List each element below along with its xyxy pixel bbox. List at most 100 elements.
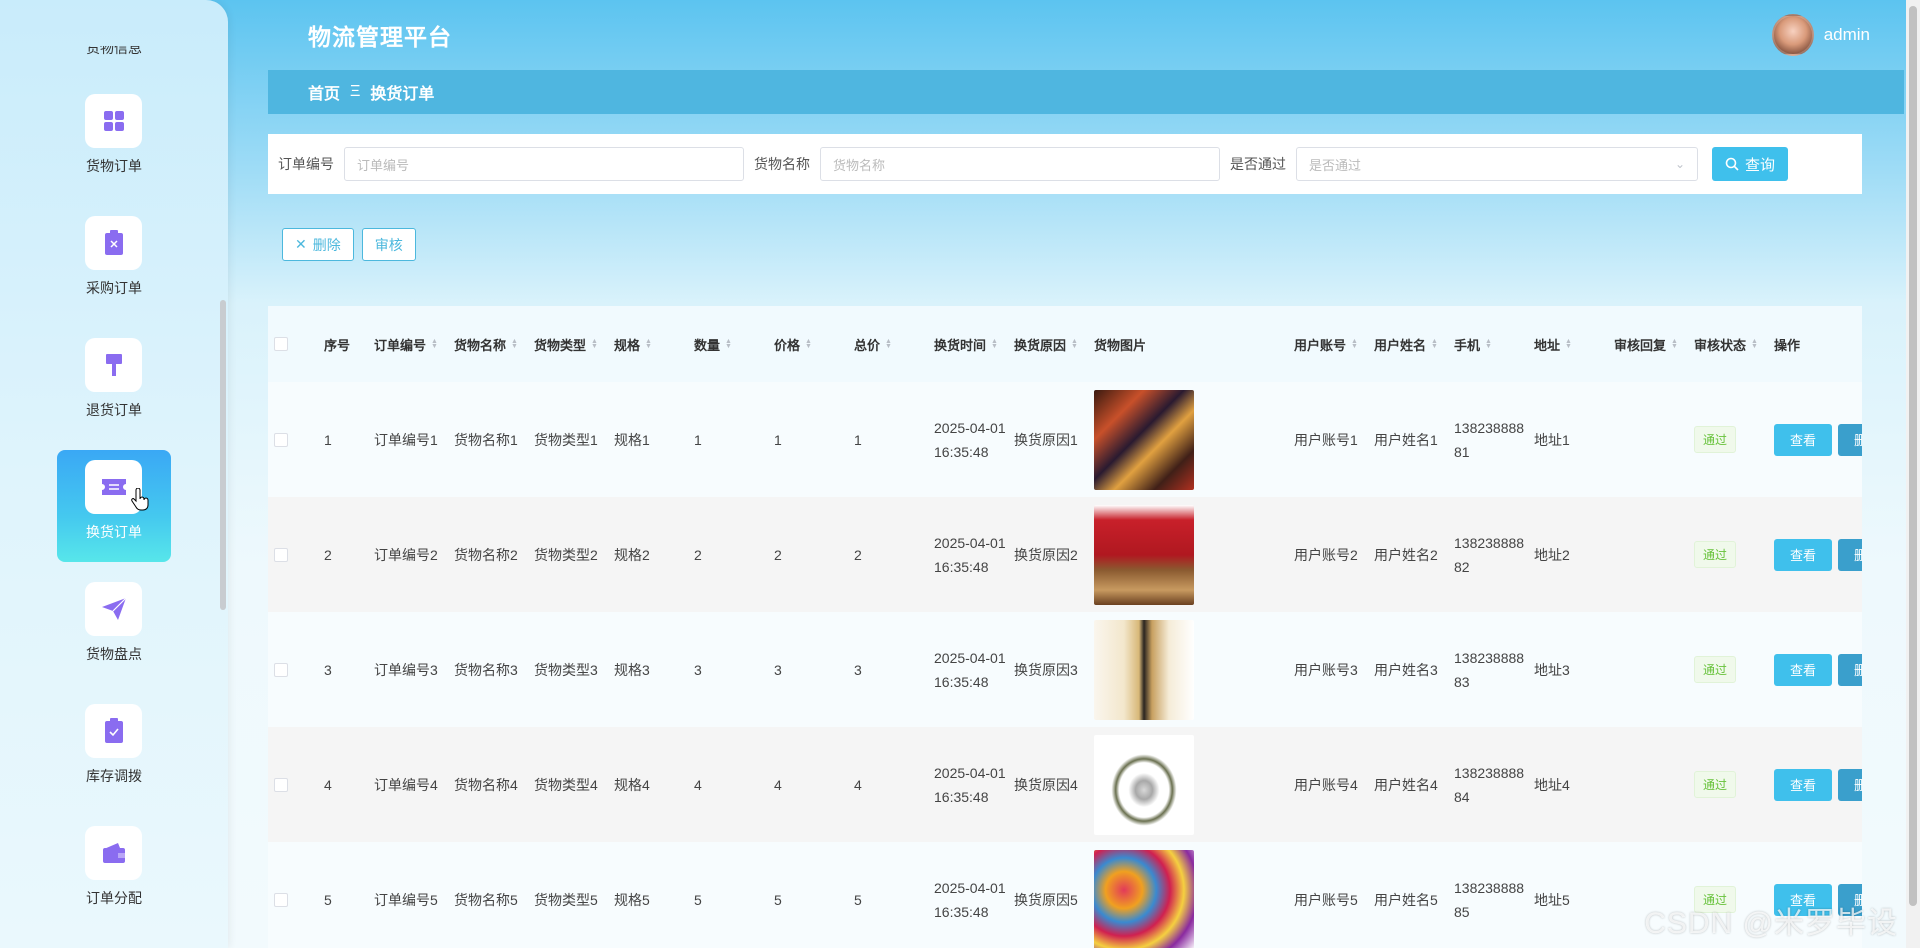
cell-price: 5 [774, 891, 782, 908]
row-checkbox[interactable] [274, 382, 288, 497]
goods-name-input[interactable]: 货物名称 [820, 147, 1220, 181]
header-user-name[interactable]: 用户姓名 ▲ ▼ [1374, 306, 1438, 382]
cell-order-no: 订单编号3 [374, 661, 438, 678]
cell-ops: 查看 删 [1774, 612, 1862, 727]
goods-image-cosmetic-bottle[interactable] [1094, 619, 1194, 720]
goods-image-nut-gift-box[interactable] [1094, 504, 1194, 605]
header-account[interactable]: 用户账号 ▲ ▼ [1294, 306, 1358, 382]
cell-total: 5 [854, 891, 862, 908]
cell-image[interactable] [1094, 382, 1194, 497]
cell-total: 3 [854, 661, 862, 678]
goods-image-bracelet[interactable] [1094, 734, 1194, 835]
view-button[interactable]: 查看 [1774, 653, 1832, 686]
row-checkbox[interactable] [274, 727, 288, 842]
order-no-input[interactable]: 订单编号 [344, 147, 744, 181]
page-scrollbar[interactable] [1906, 0, 1920, 948]
paper-plane-icon [85, 582, 142, 636]
search-form: 订单编号 订单编号 货物名称 货物名称 是否通过 是否通过 ⌄ 查询 [268, 134, 1862, 194]
username[interactable]: admin [1824, 25, 1870, 45]
orders-table: 序号 订单编号 ▲ ▼ 货物名称 ▲ ▼ 货物类型 ▲ ▼ 规格 ▲ ▼ 数量 ▲ ▼ 价格 ▲ ▼ 总… [268, 306, 1862, 948]
sidebar-item-return-orders[interactable]: 退货订单 [57, 328, 171, 440]
sidebar-item-purchase-orders[interactable]: 采购订单 [57, 206, 171, 318]
header-spec[interactable]: 规格 ▲ ▼ [614, 306, 652, 382]
table-row: 1 订单编号1 货物名称1 货物类型1 规格1 1 1 1 2025-04-01… [268, 382, 1862, 497]
header-phone[interactable]: 手机 ▲ ▼ [1454, 306, 1492, 382]
cell-image[interactable] [1094, 497, 1194, 612]
row-checkbox[interactable] [274, 842, 288, 948]
delete-button-label: 删除 [312, 236, 341, 253]
sidebar-item-order-assignment[interactable]: 订单分配 [57, 816, 171, 928]
table-row: 5 订单编号5 货物名称5 货物类型5 规格5 5 5 5 2025-04-01… [268, 842, 1862, 948]
row-checkbox[interactable] [274, 497, 288, 612]
delete-row-button[interactable]: 删 [1838, 538, 1862, 571]
cell-account: 用户账号4 [1294, 776, 1358, 793]
header-order-no[interactable]: 订单编号 ▲ ▼ [374, 306, 438, 382]
sidebar-scrollbar[interactable] [220, 300, 226, 610]
cell-goods-name: 货物名称3 [454, 661, 518, 678]
cell-time: 2025-04-01 16:35:48 [934, 649, 1006, 690]
wallet-icon [85, 826, 142, 880]
delete-row-button[interactable]: 删 [1838, 653, 1862, 686]
header-price[interactable]: 价格 ▲ ▼ [774, 306, 812, 382]
header-index: 序号 [324, 337, 351, 353]
select-all-checkbox[interactable] [274, 306, 288, 382]
sort-icon: ▲ ▼ [645, 338, 652, 350]
cell-image[interactable] [1094, 612, 1194, 727]
header-total[interactable]: 总价 ▲ ▼ [854, 306, 892, 382]
sidebar-item-exchange-orders[interactable]: 换货订单 [57, 450, 171, 562]
cell-spec: 规格4 [614, 776, 650, 793]
cell-total: 4 [854, 776, 862, 793]
header-time[interactable]: 换货时间 ▲ ▼ [934, 306, 998, 382]
cell-phone: 13823888884 [1454, 764, 1525, 805]
sort-icon: ▲ ▼ [805, 338, 812, 350]
sidebar-item-goods-orders[interactable]: 货物订单 [57, 84, 171, 196]
review-button[interactable]: 审核 [361, 228, 416, 261]
sidebar: 货物信息 货物订单 采购订单 退货订单 换货订单 货物盘点 库存调拨 订单分配 [0, 0, 228, 948]
chevron-down-icon: ⌄ [1674, 157, 1685, 171]
header-goods-type[interactable]: 货物类型 ▲ ▼ [534, 306, 598, 382]
status-badge: 通过 [1694, 541, 1737, 568]
passed-select[interactable]: 是否通过 ⌄ [1296, 147, 1698, 181]
view-button[interactable]: 查看 [1774, 768, 1832, 801]
status-badge: 通过 [1694, 771, 1737, 798]
delete-row-button[interactable]: 删 [1838, 768, 1862, 801]
order-no-label: 订单编号 [278, 156, 334, 172]
header-qty[interactable]: 数量 ▲ ▼ [694, 306, 732, 382]
query-button-label: 查询 [1744, 156, 1775, 174]
goods-image-night-market[interactable] [1094, 389, 1194, 490]
breadcrumb-home[interactable]: 首页 [308, 80, 340, 104]
user-menu[interactable]: admin [1771, 14, 1870, 56]
cell-image[interactable] [1094, 842, 1194, 948]
header-reason[interactable]: 换货原因 ▲ ▼ [1014, 306, 1078, 382]
delete-row-button[interactable]: 删 [1838, 423, 1862, 456]
sidebar-item-stock-transfer[interactable]: 库存调拨 [57, 694, 171, 806]
cell-qty: 4 [694, 776, 702, 793]
view-button[interactable]: 查看 [1774, 538, 1832, 571]
header-status[interactable]: 审核状态 ▲ ▼ [1694, 306, 1758, 382]
hand-cursor-icon [131, 488, 149, 511]
delete-button[interactable]: ✕ 删除 [282, 228, 354, 261]
goods-image-candy[interactable] [1094, 849, 1194, 948]
breadcrumb-separator-icon: Ξ [350, 83, 361, 100]
header-address[interactable]: 地址 ▲ ▼ [1534, 306, 1572, 382]
sidebar-item-inventory-check[interactable]: 货物盘点 [57, 572, 171, 684]
sidebar-item-partial-label[interactable]: 货物信息 [0, 46, 228, 58]
cell-image[interactable] [1094, 727, 1194, 842]
cell-index: 1 [324, 431, 332, 448]
page-scrollbar-thumb[interactable] [1909, 6, 1917, 906]
query-button[interactable]: 查询 [1712, 147, 1788, 181]
header-reply[interactable]: 审核回复 ▲ ▼ [1614, 306, 1678, 382]
cell-status: 通过 [1694, 497, 1737, 612]
cell-spec: 规格5 [614, 891, 650, 908]
cell-goods-type: 货物类型3 [534, 661, 598, 678]
view-button[interactable]: 查看 [1774, 423, 1832, 456]
row-checkbox[interactable] [274, 612, 288, 727]
header-goods-name[interactable]: 货物名称 ▲ ▼ [454, 306, 518, 382]
cell-account: 用户账号5 [1294, 891, 1358, 908]
cell-index: 4 [324, 776, 332, 793]
avatar[interactable] [1771, 14, 1814, 56]
cell-order-no: 订单编号5 [374, 891, 438, 908]
watermark: CSDN @米罗毕设 [1644, 907, 1898, 940]
clipboard-x-icon [85, 216, 142, 270]
sort-icon: ▲ ▼ [1751, 338, 1758, 350]
